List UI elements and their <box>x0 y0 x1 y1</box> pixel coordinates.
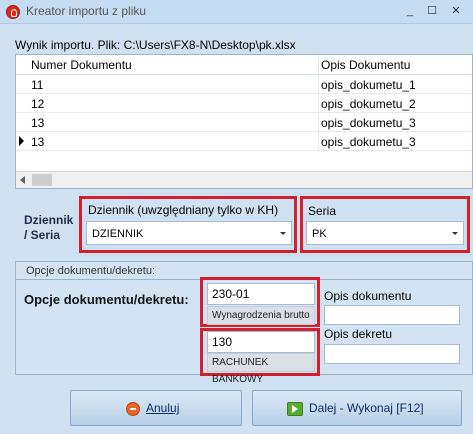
options-label: Opcje dokumentu/dekretu: <box>24 292 189 307</box>
dziennik-label: Dziennik (uwzględniany tylko w KH) <box>88 203 279 217</box>
account-code-2-description: RACHUNEK BANKOWY <box>207 353 315 385</box>
table-row[interactable]: 12 opis_dokumetu_2 <box>16 94 472 113</box>
column-header-opis[interactable]: Opis Dokumentu <box>321 58 410 72</box>
scroll-thumb[interactable] <box>32 174 52 186</box>
chevron-down-icon[interactable] <box>280 232 286 235</box>
account-code-1-description: Wynagrodzenia brutto <box>207 306 315 325</box>
options-group-title: Opcje dokumentu/dekretu: <box>26 265 156 277</box>
dziennik-select[interactable]: DZIENNIK <box>86 221 292 245</box>
opis-dekretu-input[interactable] <box>324 344 460 364</box>
cancel-icon <box>126 402 140 416</box>
window-title: Kreator importu z pliku <box>26 4 147 18</box>
title-bar: Kreator importu z pliku _ ☐ ✕ <box>0 0 473 24</box>
chevron-down-icon[interactable] <box>452 232 458 235</box>
current-row-marker-icon <box>19 136 24 146</box>
cell-numer: 11 <box>31 78 44 92</box>
seria-label: Seria <box>308 204 337 218</box>
cancel-button[interactable]: Anuluj <box>70 390 242 426</box>
cell-numer: 13 <box>31 135 45 149</box>
seria-select[interactable]: PK <box>306 221 464 245</box>
cell-opis: opis_dokumetu_3 <box>321 135 416 149</box>
account-code-2-input[interactable]: 130 <box>207 331 315 353</box>
cell-opis: opis_dokumetu_2 <box>321 97 416 111</box>
account-code-1-input[interactable]: 230-01 <box>207 283 315 305</box>
scroll-left-icon[interactable] <box>20 176 25 184</box>
table-row[interactable]: 13 opis_dokumetu_3 <box>16 113 472 132</box>
opis-dokumentu-input[interactable] <box>324 305 460 325</box>
import-grid[interactable]: Numer Dokumentu Opis Dokumentu 11 opis_d… <box>15 54 473 189</box>
cell-numer: 12 <box>31 97 45 111</box>
horizontal-scrollbar[interactable] <box>16 171 472 188</box>
next-execute-button[interactable]: Dalej - Wykonaj [F12] <box>252 390 462 426</box>
table-row[interactable]: 13 opis_dokumetu_3 <box>16 132 472 151</box>
table-row[interactable]: 11 opis_dokumetu_1 <box>16 75 472 94</box>
maximize-button[interactable]: ☐ <box>422 2 442 20</box>
seria-value: PK <box>312 228 327 240</box>
cell-opis: opis_dokumetu_1 <box>321 78 416 92</box>
dziennik-value: DZIENNIK <box>92 228 144 240</box>
opis-dokumentu-label: Opis dokumentu <box>324 289 412 303</box>
grid-header: Numer Dokumentu Opis Dokumentu <box>16 55 472 75</box>
minimize-button[interactable]: _ <box>400 2 420 20</box>
cell-numer: 13 <box>31 116 45 130</box>
cell-opis: opis_dokumetu_3 <box>321 116 416 130</box>
close-button[interactable]: ✕ <box>446 2 466 20</box>
column-header-numer[interactable]: Numer Dokumentu <box>31 58 132 72</box>
app-icon <box>6 5 20 19</box>
import-result-label: Wynik importu. Plik: C:\Users\FX8-N\Desk… <box>15 38 296 52</box>
journal-series-label: Dziennik / Seria <box>24 213 74 242</box>
arrow-right-icon <box>287 402 303 416</box>
opis-dekretu-label: Opis dekretu <box>324 327 393 341</box>
